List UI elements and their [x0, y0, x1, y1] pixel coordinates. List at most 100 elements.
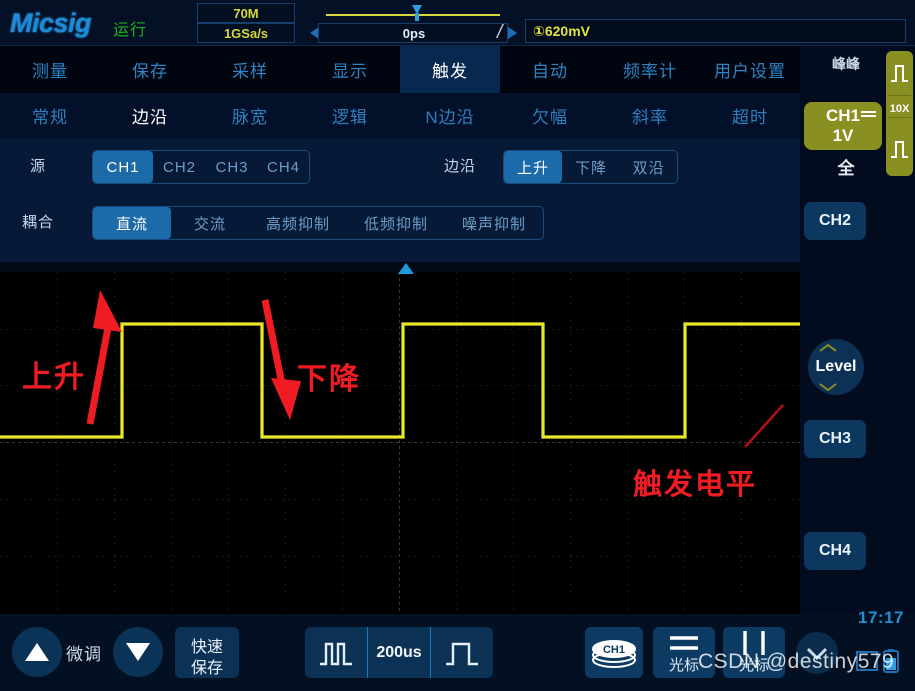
timebase-value-cell[interactable]: 200us [368, 627, 430, 678]
probe-attenuation-column[interactable]: 10X [886, 51, 913, 176]
sample-rate-value[interactable]: 1GSa/s [197, 23, 295, 43]
slider-knob-stem [415, 13, 419, 21]
trigger-type-label: 逻辑 [332, 108, 368, 127]
edge-option-both[interactable]: 双沿 [620, 151, 677, 183]
edge-option-falling[interactable]: 下降 [562, 151, 620, 183]
ch2-channel-button[interactable]: CH2 [804, 202, 866, 240]
source-option-ch3[interactable]: CH3 [206, 151, 258, 183]
trigger-level-value: ①620mV [533, 23, 590, 39]
tab-acquire[interactable]: 采样 [200, 46, 300, 93]
triangle-up-icon [25, 643, 49, 661]
run-status-label[interactable]: 运行 [113, 16, 147, 40]
increase-button[interactable] [12, 627, 62, 677]
timebase-value: 200us [376, 643, 422, 661]
chevron-down-icon[interactable] [818, 383, 838, 391]
ch4-channel-button[interactable]: CH4 [804, 532, 866, 570]
trigger-level-box[interactable]: ①620mV [525, 19, 906, 43]
narrow-pulse-icon [320, 642, 352, 665]
brand-logo: Micsig [10, 8, 92, 38]
rising-slope-icon[interactable]: / [497, 22, 502, 44]
trigger-type-label: N边沿 [425, 108, 475, 127]
triangle-down-icon [126, 643, 150, 661]
ch1-bandwidth-label[interactable]: 全 [810, 154, 882, 179]
tab-label: 触发 [432, 62, 468, 81]
trigger-type-logic[interactable]: 逻辑 [300, 93, 400, 138]
wide-pulse-icon [446, 642, 478, 665]
watermark-text: CSDN @destiny579 [698, 650, 895, 673]
coupling-option-noise-reject[interactable]: 噪声抑制 [445, 207, 543, 239]
source-option-ch4[interactable]: CH4 [258, 151, 309, 183]
dc-coupling-icon [861, 111, 876, 118]
falling-arrowhead-icon [271, 378, 301, 420]
tab-save[interactable]: 保存 [100, 46, 200, 93]
source-option-ch1[interactable]: CH1 [93, 151, 153, 183]
ch3-channel-button[interactable]: CH3 [804, 420, 866, 458]
coupling-option-dc[interactable]: 直流 [93, 207, 171, 239]
tab-auto[interactable]: 自动 [500, 46, 600, 93]
right-sidebar: 峰峰 CH1 1V 全 10X CH2 Level CH3 CH4 [800, 46, 915, 614]
tab-user-settings[interactable]: 用户设置 [700, 46, 800, 93]
pulse-icon[interactable] [890, 63, 909, 83]
trigger-type-timeout[interactable]: 超时 [700, 93, 800, 138]
ch1-channel-button[interactable]: CH1 1V [804, 102, 882, 150]
tab-label: 自动 [532, 62, 568, 81]
fine-adjust-label[interactable]: 微调 [66, 640, 102, 665]
memory-depth-value[interactable]: 70M [197, 3, 295, 23]
tab-label: 保存 [132, 62, 168, 81]
tab-display[interactable]: 显示 [300, 46, 400, 93]
tab-measure[interactable]: 测量 [0, 46, 100, 93]
timebase-position-slider[interactable] [318, 3, 508, 23]
trigger-type-n-edge[interactable]: N边沿 [400, 93, 500, 138]
tab-label: 频率计 [623, 62, 677, 81]
tab-trigger[interactable]: 触发 [400, 46, 500, 93]
tab-frequency-counter[interactable]: 频率计 [600, 46, 700, 93]
channel-selector-button[interactable]: CH1 [585, 627, 643, 678]
trigger-type-edge[interactable]: 边沿 [100, 93, 200, 138]
timebase-increase-button[interactable] [431, 627, 493, 678]
trigger-settings-panel: 源 CH1 CH2 CH3 CH4 边沿 上升 下降 双沿 耦合 直流 交流 高… [0, 138, 800, 262]
timebase-decrease-button[interactable] [305, 627, 367, 678]
trigger-type-runt[interactable]: 欠幅 [500, 93, 600, 138]
coupling-option-ac[interactable]: 交流 [171, 207, 249, 239]
coupling-label: 耦合 [22, 214, 55, 231]
timebase-position-box[interactable]: 0ps [318, 23, 508, 43]
probe-ratio-value[interactable]: 10X [886, 103, 913, 115]
timebase-slider-knob[interactable] [412, 5, 422, 21]
source-option-ch2[interactable]: CH2 [153, 151, 206, 183]
tab-label: 用户设置 [714, 62, 786, 81]
trigger-type-slope[interactable]: 斜率 [600, 93, 700, 138]
timebase-right-arrow-icon[interactable] [508, 27, 517, 39]
oscilloscope-screen: Micsig 运行 70M 1GSa/s 0ps / ①620mV 测量 保存 … [0, 0, 915, 691]
edge-option-rising[interactable]: 上升 [504, 151, 562, 183]
trigger-level-pointer-line [744, 404, 784, 448]
trigger-type-label: 边沿 [132, 108, 168, 127]
system-clock: 17:17 [858, 608, 904, 627]
annotation-overlay [86, 290, 784, 448]
rising-edge-arrow-icon [86, 316, 114, 425]
trigger-type-pulse-width[interactable]: 脉宽 [200, 93, 300, 138]
quick-save-line2: 保存 [190, 660, 223, 677]
ch1-scale: 1V [832, 126, 854, 145]
peak-to-peak-label[interactable]: 峰峰 [810, 54, 882, 74]
edge-segmented-control: 上升 下降 双沿 [503, 150, 678, 184]
probe-divider [888, 117, 911, 118]
rising-arrowhead-icon [93, 290, 122, 332]
coupling-option-hf-reject[interactable]: 高频抑制 [249, 207, 347, 239]
tab-label: 测量 [32, 62, 68, 81]
tab-label: 采样 [232, 62, 268, 81]
decrease-button[interactable] [113, 627, 163, 677]
quick-save-button[interactable]: 快速 保存 [175, 627, 239, 678]
timebase-position-value: 0ps [402, 26, 426, 41]
main-menu-bar: 测量 保存 采样 显示 触发 自动 频率计 用户设置 [0, 46, 800, 93]
trigger-type-label: 欠幅 [532, 108, 568, 127]
source-label: 源 [30, 158, 47, 175]
probe-divider [888, 95, 911, 96]
pulse-icon[interactable] [890, 139, 909, 159]
top-status-bar: Micsig 运行 70M 1GSa/s 0ps / ①620mV [0, 0, 915, 46]
coupling-option-lf-reject[interactable]: 低频抑制 [347, 207, 445, 239]
trigger-type-normal[interactable]: 常规 [0, 93, 100, 138]
trigger-type-label: 常规 [32, 108, 68, 127]
stacked-discs-icon: CH1 [592, 640, 636, 668]
chevron-up-icon[interactable] [818, 344, 838, 352]
trigger-type-label: 脉宽 [232, 108, 268, 127]
